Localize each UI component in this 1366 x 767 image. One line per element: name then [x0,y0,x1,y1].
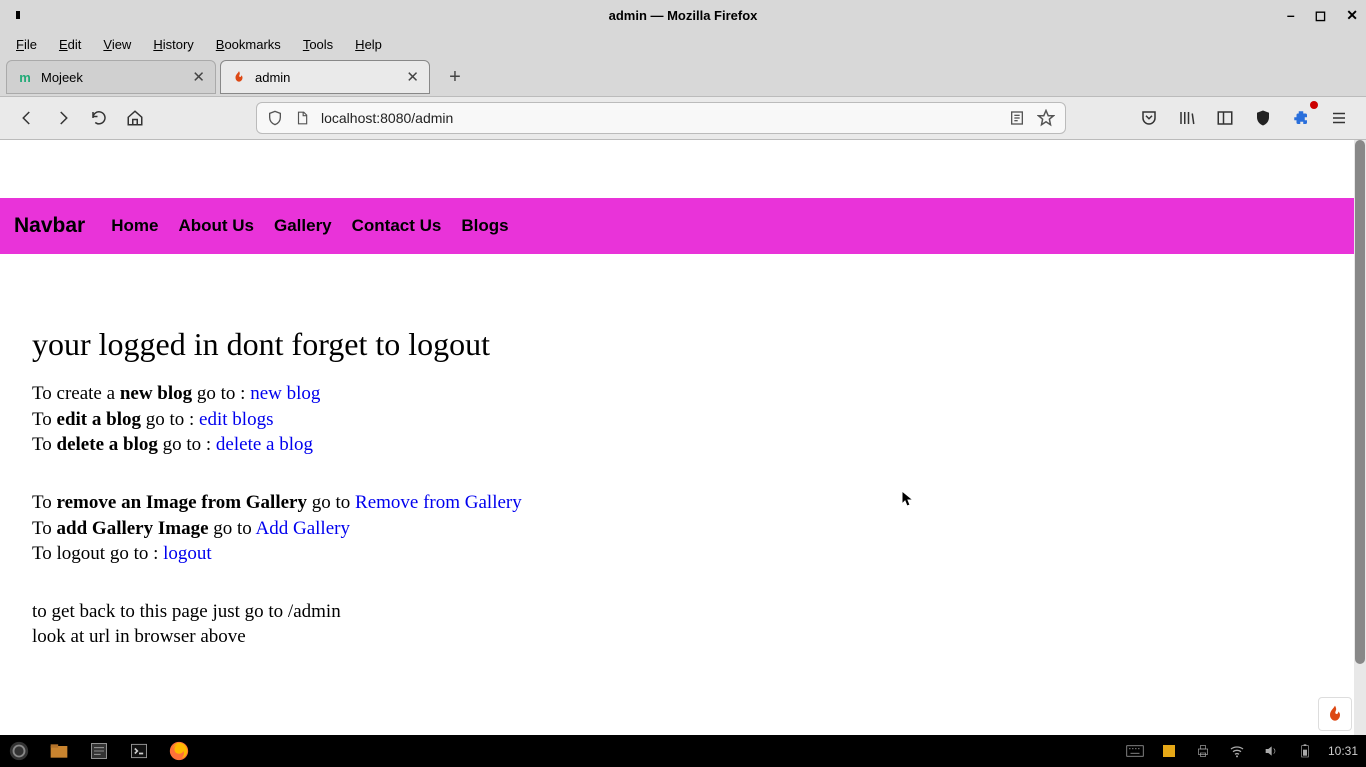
link-logout[interactable]: logout [163,543,212,564]
mojeek-favicon-icon: m [17,69,33,85]
text: To create a [32,383,120,404]
menu-help[interactable]: Help [345,33,392,56]
taskbar-clock[interactable]: 10:31 [1328,744,1358,758]
footer-note: look at url in browser above [32,624,1322,650]
volume-icon[interactable] [1260,740,1282,762]
nav-gallery[interactable]: Gallery [274,216,332,236]
bookmark-star-icon[interactable] [1037,109,1055,127]
text-bold: new blog [120,383,192,404]
tab-strip: m Mojeek ✕ admin ✕ + [0,58,1366,96]
shield-icon[interactable] [267,110,283,126]
browser-toolbar: localhost:8080/admin [0,96,1366,140]
tab-mojeek[interactable]: m Mojeek ✕ [6,60,216,94]
text-bold: add Gallery Image [57,518,209,539]
text-bold: remove an Image from Gallery [57,492,307,513]
menubar: File Edit View History Bookmarks Tools H… [0,30,1366,58]
back-button[interactable] [12,103,42,133]
forward-button[interactable] [48,103,78,133]
close-window-button[interactable]: ✕ [1346,7,1358,24]
start-menu-icon[interactable] [8,740,30,762]
editor-icon[interactable] [88,740,110,762]
text: To [32,409,57,430]
link-delete-blog[interactable]: delete a blog [216,434,313,455]
tray-notification-icon[interactable] [1158,740,1180,762]
nav-blogs[interactable]: Blogs [461,216,508,236]
network-icon[interactable] [1226,740,1248,762]
text: To [32,518,57,539]
page-info-icon[interactable] [295,111,309,125]
text: To [32,492,57,513]
text: To [32,434,57,455]
close-tab-icon[interactable]: ✕ [192,68,205,86]
page-content: Navbar Home About Us Gallery Contact Us … [0,198,1354,735]
pocket-icon[interactable] [1134,103,1164,133]
window-titlebar: admin — Mozilla Firefox – ◻ ✕ [0,0,1366,30]
text: go to : [158,434,216,455]
titlebar-indicator [16,11,20,19]
maximize-button[interactable]: ◻ [1315,7,1327,24]
link-remove-gallery[interactable]: Remove from Gallery [355,492,522,513]
menu-bookmarks[interactable]: Bookmarks [206,33,291,56]
url-text[interactable]: localhost:8080/admin [321,110,997,126]
reload-button[interactable] [84,103,114,133]
reader-mode-icon[interactable] [1009,110,1025,126]
site-navbar: Navbar Home About Us Gallery Contact Us … [0,198,1354,254]
link-edit-blogs[interactable]: edit blogs [199,409,273,430]
text: go to : [192,383,250,404]
hamburger-menu-icon[interactable] [1324,103,1354,133]
close-tab-icon[interactable]: ✕ [406,68,419,86]
text: go to : [141,409,199,430]
text: go to [209,518,256,539]
text: go to [307,492,355,513]
printer-icon[interactable] [1192,740,1214,762]
privacy-shield-icon[interactable] [1248,103,1278,133]
keyboard-icon[interactable] [1124,740,1146,762]
menu-tools[interactable]: Tools [293,33,343,56]
nav-contact[interactable]: Contact Us [352,216,442,236]
scrollbar-vertical[interactable] [1354,140,1366,735]
menu-view[interactable]: View [93,33,141,56]
codeigniter-favicon-icon [231,69,247,85]
address-bar[interactable]: localhost:8080/admin [256,102,1066,134]
tab-title: Mojeek [41,70,184,85]
tab-title: admin [255,70,398,85]
nav-about[interactable]: About Us [178,216,254,236]
sidebar-icon[interactable] [1210,103,1240,133]
tab-admin[interactable]: admin ✕ [220,60,430,94]
text: To logout go to : [32,543,163,564]
menu-history[interactable]: History [143,33,203,56]
file-manager-icon[interactable] [48,740,70,762]
navbar-brand[interactable]: Navbar [14,214,85,238]
minimize-button[interactable]: – [1287,7,1295,24]
window-title: admin — Mozilla Firefox [609,8,758,23]
codeigniter-debug-icon[interactable] [1318,697,1352,731]
library-icon[interactable] [1172,103,1202,133]
battery-icon[interactable] [1294,740,1316,762]
menu-file[interactable]: File [6,33,47,56]
scrollbar-thumb[interactable] [1355,140,1365,664]
menu-edit[interactable]: Edit [49,33,91,56]
firefox-icon[interactable] [168,740,190,762]
new-tab-button[interactable]: + [440,62,470,92]
page-heading: your logged in dont forget to logout [32,326,1322,363]
text-bold: edit a blog [57,409,141,430]
terminal-icon[interactable] [128,740,150,762]
link-new-blog[interactable]: new blog [250,383,320,404]
browser-viewport: Navbar Home About Us Gallery Contact Us … [0,140,1366,735]
link-add-gallery[interactable]: Add Gallery [256,518,350,539]
footer-note: to get back to this page just go to /adm… [32,599,1322,625]
home-button[interactable] [120,103,150,133]
extensions-icon[interactable] [1286,103,1316,133]
desktop-taskbar: 10:31 [0,735,1366,767]
admin-content: your logged in dont forget to logout To … [0,254,1354,670]
nav-home[interactable]: Home [111,216,158,236]
text-bold: delete a blog [57,434,158,455]
